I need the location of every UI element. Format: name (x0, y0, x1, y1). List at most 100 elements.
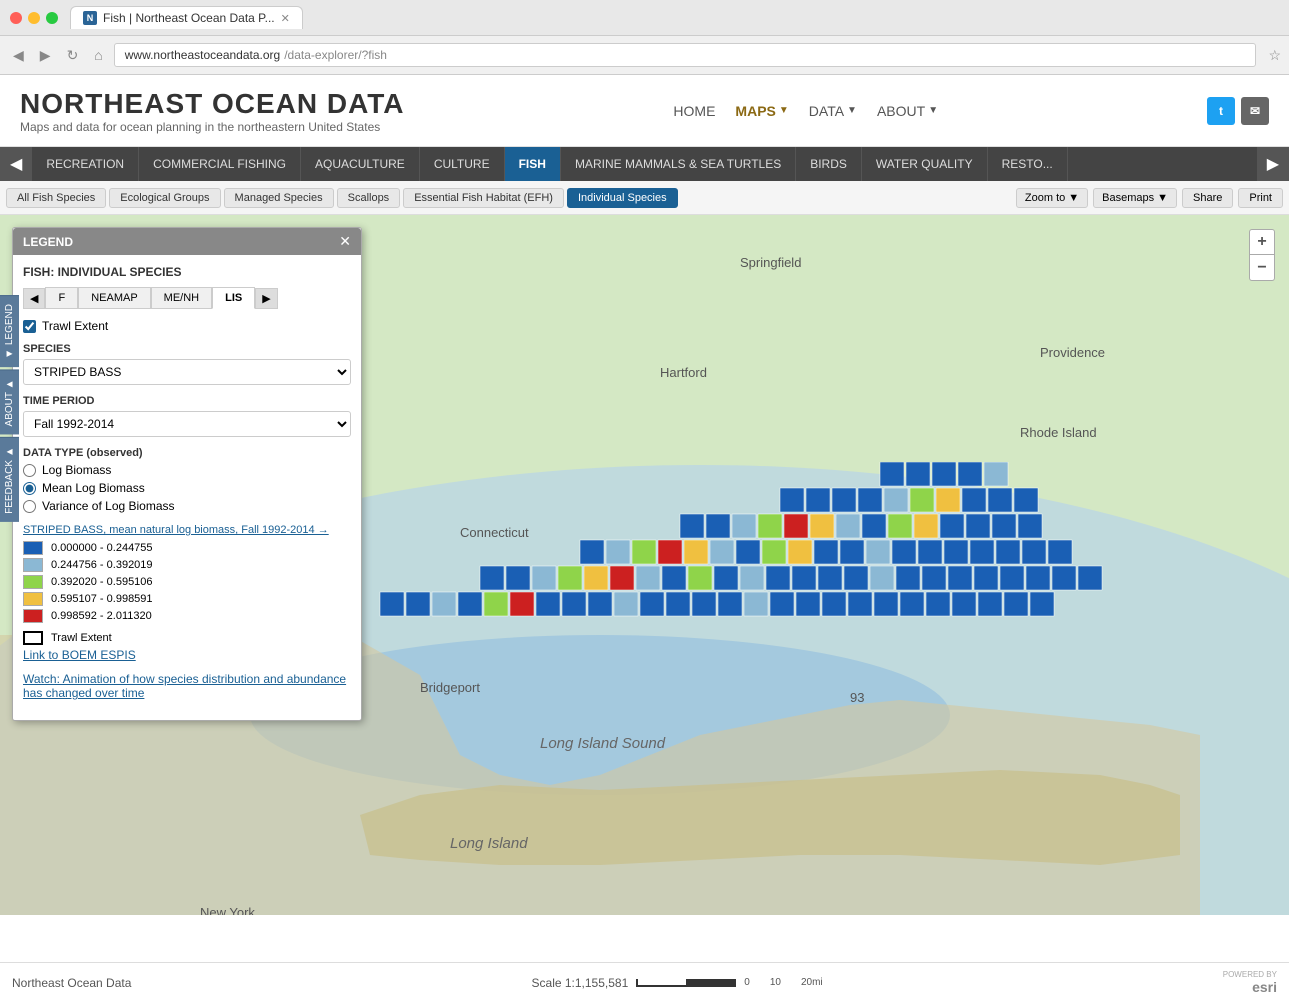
legend-color-label-3: 0.392020 - 0.595106 (51, 576, 153, 588)
map-zoom-controls: + − (1249, 229, 1275, 281)
main-content: Springfield Providence Hartford Rhode Is… (0, 215, 1289, 915)
forward-button[interactable]: ▶ (35, 45, 56, 66)
email-icon[interactable]: ✉ (1241, 97, 1269, 125)
site-logo[interactable]: NORTHEAST OCEAN DATA Maps and data for o… (20, 88, 405, 134)
species-label: SPECIES (23, 343, 351, 355)
legend-tab-prev[interactable]: ◀ (23, 288, 45, 309)
trawl-extent-box (23, 631, 43, 645)
site-header: NORTHEAST OCEAN DATA Maps and data for o… (0, 75, 1289, 147)
legend-tab-neamap[interactable]: NEAMAP (78, 287, 150, 309)
legend-tab-next[interactable]: ▶ (255, 288, 277, 309)
boem-espis-link[interactable]: Link to BOEM ESPIS (23, 648, 351, 662)
nav-maps[interactable]: MAPS ▼ (735, 103, 788, 119)
legend-color-row-3: 0.392020 - 0.595106 (23, 575, 351, 589)
zoom-out-button[interactable]: − (1249, 255, 1275, 281)
category-marine-mammals[interactable]: MARINE MAMMALS & SEA TURTLES (561, 147, 796, 181)
esri-attribution: POWERED BY esri (1223, 970, 1277, 995)
subnav-scallops[interactable]: Scallops (337, 188, 401, 208)
legend-color-label-5: 0.998592 - 2.011320 (51, 610, 152, 622)
category-birds[interactable]: BIRDS (796, 147, 862, 181)
scale-bar: Scale 1:1,155,581 0 10 20mi (532, 976, 823, 990)
about-side-tab[interactable]: ABOUT ► (0, 369, 19, 434)
legend-side-tab[interactable]: ◄ LEGEND (0, 295, 19, 367)
legend-tab-f[interactable]: F (45, 287, 78, 309)
animation-link[interactable]: Watch: Animation of how species distribu… (23, 672, 351, 700)
subnav-managed-species[interactable]: Managed Species (224, 188, 334, 208)
feedback-tab-arrow-icon: ► (4, 446, 15, 457)
radio-log-biomass[interactable]: Log Biomass (23, 463, 351, 477)
browser-tab[interactable]: N Fish | Northeast Ocean Data P... ✕ (70, 6, 303, 29)
legend-color-entries: 0.000000 - 0.244755 0.244756 - 0.392019 … (23, 541, 351, 623)
nav-about[interactable]: ABOUT ▼ (877, 103, 938, 119)
bookmark-icon[interactable]: ☆ (1268, 47, 1281, 64)
legend-title: FISH: INDIVIDUAL SPECIES (23, 265, 351, 279)
address-bar[interactable]: www.northeastoceandata.org /data-explore… (114, 43, 1257, 67)
subnav-ecological-groups[interactable]: Ecological Groups (109, 188, 220, 208)
category-recreation[interactable]: RECREATION (32, 147, 139, 181)
tab-title: Fish | Northeast Ocean Data P... (103, 11, 275, 25)
share-button[interactable]: Share (1182, 188, 1233, 208)
legend-tab-menh[interactable]: ME/NH (151, 287, 212, 309)
category-nav-items: RECREATION COMMERCIAL FISHING AQUACULTUR… (32, 147, 1256, 181)
radio-mean-log-biomass-input[interactable] (23, 482, 36, 495)
feedback-side-tab[interactable]: FEEDBACK ► (0, 437, 19, 522)
category-nav: ◀ RECREATION COMMERCIAL FISHING AQUACULT… (0, 147, 1289, 181)
legend-close-button[interactable]: ✕ (339, 233, 351, 250)
side-tabs: ◄ LEGEND ABOUT ► FEEDBACK ► (0, 295, 19, 521)
basemaps-caret-icon: ▼ (1157, 192, 1168, 204)
trawl-extent-label: Trawl Extent (42, 319, 108, 333)
legend-color-box-5 (23, 609, 43, 623)
subnav-controls: Zoom to ▼ Basemaps ▼ Share Print (1016, 188, 1283, 208)
category-aquaculture[interactable]: AQUACULTURE (301, 147, 420, 181)
category-nav-next[interactable]: ▶ (1257, 147, 1289, 181)
maximize-window-dot[interactable] (46, 12, 58, 24)
tab-close-icon[interactable]: ✕ (281, 12, 290, 25)
category-commercial-fishing[interactable]: COMMERCIAL FISHING (139, 147, 301, 181)
legend-tab-lis[interactable]: LIS (212, 287, 255, 309)
subnav-all-fish[interactable]: All Fish Species (6, 188, 106, 208)
radio-variance-log-biomass-label: Variance of Log Biomass (42, 499, 175, 513)
trawl-extent-checkbox[interactable] (23, 320, 36, 333)
category-restoration[interactable]: RESTO... (988, 147, 1068, 181)
close-window-dot[interactable] (10, 12, 22, 24)
legend-color-box-4 (23, 592, 43, 606)
scale-text: Scale 1:1,155,581 (532, 976, 629, 990)
minimize-window-dot[interactable] (28, 12, 40, 24)
site-logo-subtitle: Maps and data for ocean planning in the … (20, 120, 405, 134)
legend-header: LEGEND ✕ (13, 228, 361, 255)
radio-variance-log-biomass[interactable]: Variance of Log Biomass (23, 499, 351, 513)
subnav-efh[interactable]: Essential Fish Habitat (EFH) (403, 188, 564, 208)
category-water-quality[interactable]: WATER QUALITY (862, 147, 988, 181)
scale-label-0: 0 (744, 977, 750, 988)
basemaps-dropdown[interactable]: Basemaps ▼ (1093, 188, 1177, 208)
zoom-to-dropdown[interactable]: Zoom to ▼ (1016, 188, 1088, 208)
subnav-individual-species[interactable]: Individual Species (567, 188, 678, 208)
zoom-in-button[interactable]: + (1249, 229, 1275, 255)
category-culture[interactable]: CULTURE (420, 147, 505, 181)
home-button[interactable]: ⌂ (89, 45, 107, 65)
radio-mean-log-biomass-label: Mean Log Biomass (42, 481, 145, 495)
time-period-select[interactable]: Fall 1992-2014 Spring 1992-2014 (23, 411, 351, 437)
twitter-icon[interactable]: t (1207, 97, 1235, 125)
scale-line-segment-1 (636, 979, 686, 987)
radio-log-biomass-input[interactable] (23, 464, 36, 477)
subnav: All Fish Species Ecological Groups Manag… (0, 181, 1289, 215)
category-nav-prev[interactable]: ◀ (0, 147, 32, 181)
data-caret: ▼ (847, 105, 857, 116)
species-select[interactable]: STRIPED BASS COD HADDOCK (23, 359, 351, 385)
print-button[interactable]: Print (1238, 188, 1283, 208)
site-logo-title: NORTHEAST OCEAN DATA (20, 88, 405, 120)
radio-mean-log-biomass[interactable]: Mean Log Biomass (23, 481, 351, 495)
nav-data[interactable]: DATA ▼ (809, 103, 857, 119)
scale-label-10: 10 (770, 977, 781, 988)
legend-tabs: ◀ F NEAMAP ME/NH LIS ▶ (23, 287, 351, 309)
radio-variance-log-biomass-input[interactable] (23, 500, 36, 513)
nav-home[interactable]: HOME (673, 103, 715, 119)
reload-button[interactable]: ↻ (62, 45, 84, 66)
back-button[interactable]: ◀ (8, 45, 29, 66)
category-fish[interactable]: FISH (505, 147, 561, 181)
feedback-tab-label: FEEDBACK (4, 460, 15, 514)
legend-species-link[interactable]: STRIPED BASS, mean natural log biomass, … (23, 523, 351, 537)
maps-caret: ▼ (779, 105, 789, 116)
social-icons: t ✉ (1207, 97, 1269, 125)
